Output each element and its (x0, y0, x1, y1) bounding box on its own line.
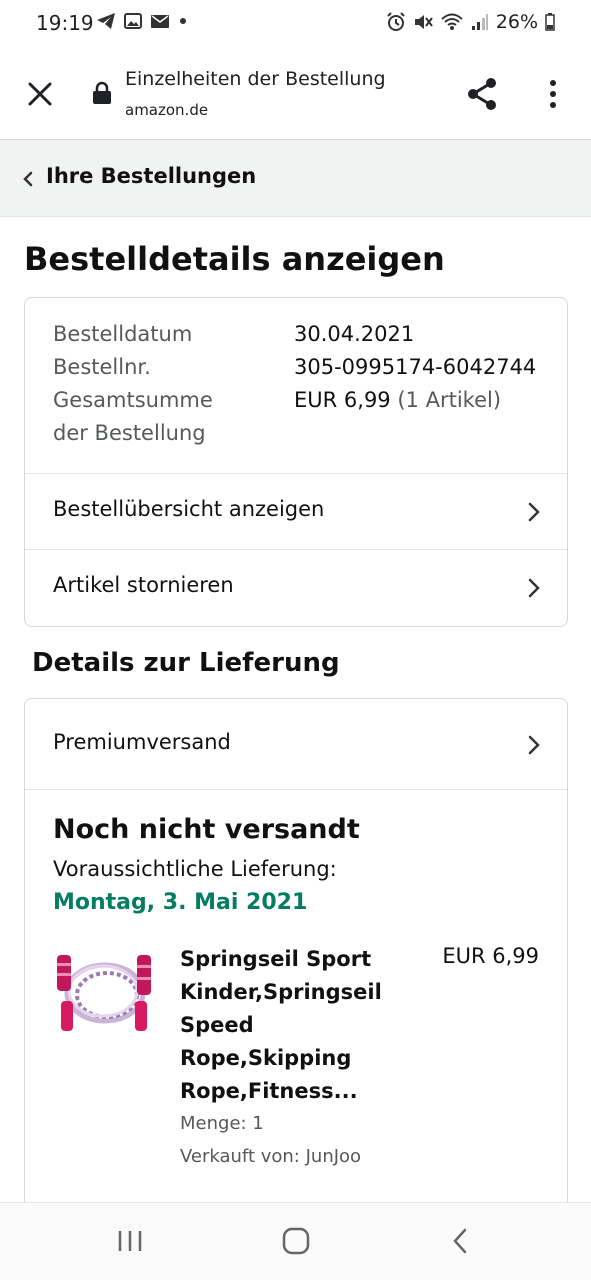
mute-icon (414, 15, 433, 29)
expected-delivery-label: Voraussichtliche Lieferung: (53, 857, 337, 881)
gallery-icon (124, 13, 142, 29)
browser-toolbar: Einzelheiten der Bestellung amazon.de (0, 48, 591, 140)
shipment-status: Noch nicht versandt (53, 814, 360, 845)
page-tab-title: Einzelheiten der Bestellung (125, 68, 386, 90)
url-text[interactable]: amazon.de (125, 101, 208, 119)
signal-icon (471, 14, 488, 30)
chevron-left-icon (23, 171, 33, 187)
product-title-line: Rope,Skipping (180, 1046, 352, 1070)
chevron-right-icon (528, 502, 540, 522)
lock-icon[interactable] (92, 81, 112, 105)
system-icons: 26% (386, 11, 555, 33)
back-to-orders-bar[interactable]: Ihre Bestellungen (0, 140, 591, 217)
recent-apps-icon[interactable] (116, 1229, 144, 1253)
chevron-right-icon (528, 735, 540, 755)
chevron-right-icon (528, 578, 540, 598)
order-total-label-line2: der Bestellung (53, 421, 206, 445)
order-info-card: Bestelldatum 30.04.2021 Bestellnr. 305-0… (24, 297, 568, 627)
order-total-label-line2-row: der Bestellung (53, 421, 206, 445)
product-quantity: Menge: 1 (180, 1113, 264, 1134)
order-date-label: Bestelldatum (53, 322, 193, 346)
status-time: 19:19 (36, 11, 94, 35)
battery-level: 26% (495, 11, 538, 33)
product-title-line: Speed (180, 1013, 254, 1037)
product-seller: Verkauft von: JunJoo (180, 1146, 362, 1167)
wifi-icon (441, 13, 463, 30)
view-order-summary-label: Bestellübersicht anzeigen (53, 497, 325, 521)
telegram-icon (97, 13, 115, 29)
order-item-count: (1 Artikel) (397, 388, 502, 412)
order-number-row: Bestellnr. 305-0995174-6042744 (53, 355, 536, 379)
shipping-method-link[interactable]: Premiumversand (25, 699, 567, 789)
product-price: EUR 6,99 (442, 944, 539, 968)
cancel-items-label: Artikel stornieren (53, 573, 234, 597)
dot-icon (180, 18, 186, 24)
email-icon (151, 14, 169, 28)
back-icon[interactable] (450, 1227, 470, 1255)
order-total-label: Gesamtsumme (53, 388, 213, 412)
share-icon[interactable] (464, 76, 500, 112)
close-icon[interactable] (24, 78, 56, 110)
status-bar: 19:19 26% (0, 0, 591, 48)
battery-icon (545, 13, 555, 31)
view-order-summary-link[interactable]: Bestellübersicht anzeigen (25, 473, 567, 549)
product-title-line: Rope,Fitness... (180, 1079, 358, 1103)
page-title: Bestelldetails anzeigen (24, 240, 445, 278)
system-nav-bar (0, 1202, 591, 1280)
order-total-value: EUR 6,99 (1 Artikel) (294, 388, 501, 412)
shipping-method-label: Premiumversand (53, 730, 231, 754)
order-total-amount: EUR 6,99 (294, 388, 391, 412)
product-image[interactable] (53, 949, 157, 1041)
divider (25, 789, 567, 790)
alarm-icon (387, 12, 405, 31)
expected-delivery-date: Montag, 3. Mai 2021 (53, 890, 308, 915)
home-icon[interactable] (282, 1227, 310, 1255)
more-options-icon[interactable] (540, 78, 566, 110)
product-title[interactable]: Springseil Sport Kinder,Springseil Speed… (180, 943, 420, 1108)
order-date-row: Bestelldatum 30.04.2021 (53, 322, 414, 346)
back-link-label[interactable]: Ihre Bestellungen (46, 164, 256, 188)
order-date-value: 30.04.2021 (294, 322, 415, 346)
product-title-line: Kinder,Springseil (180, 980, 382, 1004)
order-number-label: Bestellnr. (53, 355, 151, 379)
delivery-section-title: Details zur Lieferung (32, 648, 340, 678)
notification-icons (96, 12, 188, 30)
delivery-card: Premiumversand Noch nicht versandt Vorau… (24, 698, 568, 1258)
order-total-row: Gesamtsumme EUR 6,99 (1 Artikel) (53, 388, 501, 412)
cancel-items-link[interactable]: Artikel stornieren (25, 549, 567, 625)
order-number-value: 305-0995174-6042744 (294, 355, 537, 379)
product-title-line: Springseil Sport (180, 947, 372, 971)
